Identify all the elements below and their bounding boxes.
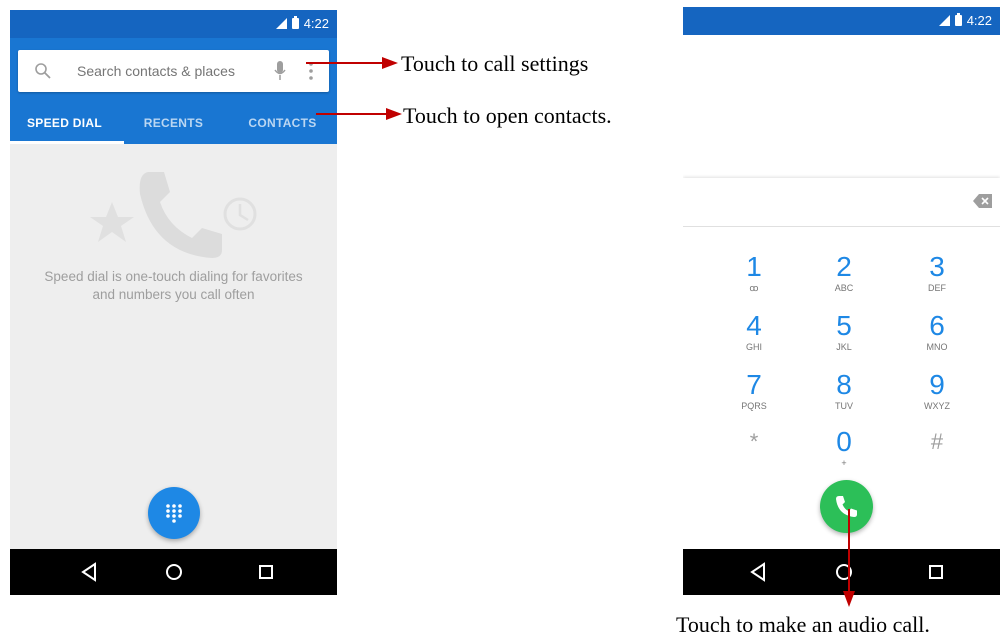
microphone-icon[interactable] xyxy=(273,60,287,82)
phone-handset-icon xyxy=(139,172,222,258)
speed-dial-screen: 4:22 Search contacts & places SPEED DIAL… xyxy=(10,10,337,595)
clock-icon xyxy=(223,197,257,231)
backspace-icon[interactable] xyxy=(973,193,993,209)
tab-indicator xyxy=(10,141,124,144)
key-5[interactable]: 5 JKL xyxy=(804,311,884,369)
dialpad: 1ꝏ 2 ABC 3 DEF 4 GHI 5 JKL 6 MNO 7 PQRS 8 TUV 9… xyxy=(683,227,1000,499)
tab-recents[interactable]: RECENTS xyxy=(119,104,228,144)
key-hash[interactable]: # xyxy=(897,427,977,485)
recent-apps-icon[interactable] xyxy=(927,562,945,582)
signal-icon xyxy=(275,18,287,29)
key-1[interactable]: 1ꝏ xyxy=(714,252,794,310)
tab-speed-dial[interactable]: SPEED DIAL xyxy=(10,104,119,144)
open-contacts-arrow xyxy=(316,108,402,120)
key-9[interactable]: 9 WXYZ xyxy=(897,370,977,428)
status-time: 4:22 xyxy=(966,13,992,28)
status-bar: 4:22 xyxy=(683,7,1000,35)
key-star[interactable]: * xyxy=(714,427,794,485)
search-icon xyxy=(35,63,51,79)
search-box[interactable]: Search contacts & places xyxy=(18,50,329,92)
key-0[interactable]: 0 + xyxy=(804,427,884,485)
navigation-bar xyxy=(683,549,1000,595)
status-time: 4:22 xyxy=(303,16,329,31)
open-contacts-annotation: Touch to open contacts. xyxy=(403,103,612,128)
key-8[interactable]: 8 TUV xyxy=(804,370,884,428)
dial-display-area xyxy=(683,35,1000,178)
key-7[interactable]: 7 PQRS xyxy=(714,370,794,428)
battery-icon xyxy=(291,16,299,29)
audio-call-annotation: Touch to make an audio call. xyxy=(676,612,930,637)
status-bar: 4:22 xyxy=(10,10,337,38)
dialpad-icon xyxy=(166,504,182,523)
number-entry-field[interactable] xyxy=(683,178,1000,227)
call-settings-annotation: Touch to call settings xyxy=(401,51,589,76)
dialpad-button[interactable] xyxy=(148,487,200,539)
search-placeholder: Search contacts & places xyxy=(77,63,235,79)
signal-icon xyxy=(938,15,950,26)
tab-bar: SPEED DIAL RECENTS CONTACTS xyxy=(10,104,337,144)
key-4[interactable]: 4 GHI xyxy=(714,311,794,369)
back-icon[interactable] xyxy=(749,562,767,582)
key-2[interactable]: 2 ABC xyxy=(804,252,884,310)
back-icon[interactable] xyxy=(80,562,98,582)
home-icon[interactable] xyxy=(164,562,184,582)
audio-call-arrow xyxy=(843,509,855,607)
key-6[interactable]: 6 MNO xyxy=(897,311,977,369)
recent-apps-icon[interactable] xyxy=(257,562,275,582)
call-settings-arrow xyxy=(306,57,398,69)
dialer-screen: 4:22 1ꝏ 2 ABC 3 DEF 4 GHI 5 JKL 6 MNO 7 PQRS 8… xyxy=(683,7,1000,595)
battery-icon xyxy=(954,13,962,26)
navigation-bar xyxy=(10,549,337,595)
voicemail-icon: ꝏ xyxy=(749,283,759,293)
empty-state-message: Speed dial is one-touch dialing for favo… xyxy=(44,269,303,302)
app-bar: Search contacts & places SPEED DIAL RECE… xyxy=(10,38,337,144)
star-icon xyxy=(90,202,134,242)
key-3[interactable]: 3 DEF xyxy=(897,252,977,310)
